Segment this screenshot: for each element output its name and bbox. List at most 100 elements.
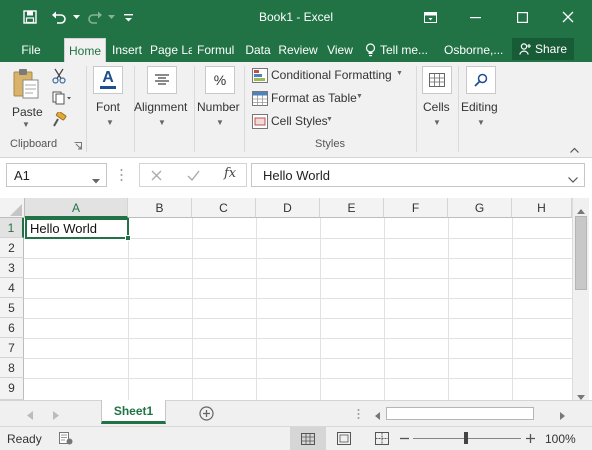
tab-formulas[interactable]: Formul bbox=[197, 38, 237, 62]
row-header-5[interactable]: 5 bbox=[0, 298, 24, 318]
tab-page-layout[interactable]: Page La bbox=[150, 38, 192, 62]
collapse-ribbon-icon[interactable] bbox=[570, 142, 582, 153]
sheet-tab-sheet1[interactable]: Sheet1 bbox=[101, 400, 166, 424]
cells-label: Cells bbox=[423, 100, 450, 114]
zoom-slider[interactable] bbox=[413, 432, 521, 444]
row-header-2[interactable]: 2 bbox=[0, 238, 24, 258]
zoom-slider-thumb[interactable] bbox=[464, 432, 468, 444]
number-button[interactable]: % Number ▼ bbox=[196, 64, 242, 130]
row-header-8[interactable]: 8 bbox=[0, 358, 24, 378]
row-header-7[interactable]: 7 bbox=[0, 338, 24, 358]
cell-styles-dropdown-icon: ▼ bbox=[326, 116, 333, 123]
font-button[interactable]: A Font ▼ bbox=[92, 64, 128, 130]
column-header-c[interactable]: C bbox=[192, 198, 256, 218]
tab-view[interactable]: View bbox=[324, 38, 356, 62]
cells-button[interactable]: Cells ▼ bbox=[418, 64, 456, 130]
column-header-d[interactable]: D bbox=[256, 198, 320, 218]
ribbon-tabs: File Home Insert Page La Formul Data Rev… bbox=[0, 34, 592, 62]
page-layout-view-icon[interactable] bbox=[337, 432, 351, 448]
column-header-a[interactable]: A bbox=[25, 198, 128, 218]
share-button[interactable]: Share bbox=[512, 38, 574, 60]
vertical-scrollbar[interactable] bbox=[572, 198, 589, 400]
column-header-g[interactable]: G bbox=[448, 198, 512, 218]
scroll-up-icon[interactable] bbox=[577, 203, 585, 217]
minimize-icon[interactable] bbox=[453, 0, 497, 34]
paste-label: Paste bbox=[12, 105, 43, 119]
confirm-entry-icon[interactable] bbox=[187, 170, 200, 184]
next-sheet-icon[interactable] bbox=[53, 409, 59, 423]
close-icon[interactable] bbox=[546, 0, 590, 34]
customize-qat-icon[interactable] bbox=[120, 0, 136, 34]
tell-me-search[interactable]: Tell me... bbox=[365, 38, 437, 62]
column-header-h[interactable]: H bbox=[512, 198, 572, 218]
gridline bbox=[448, 218, 449, 400]
maximize-icon[interactable] bbox=[500, 0, 544, 34]
scroll-right-icon[interactable] bbox=[560, 409, 565, 423]
tab-home[interactable]: Home bbox=[64, 38, 106, 62]
gridline bbox=[24, 338, 572, 339]
horizontal-scroll-thumb[interactable] bbox=[386, 407, 534, 420]
format-as-table-button[interactable]: Format as Table ▼ bbox=[250, 89, 370, 109]
cell-a1[interactable]: Hello World bbox=[25, 218, 131, 241]
horizontal-scrollbar[interactable] bbox=[371, 405, 571, 422]
fill-handle[interactable] bbox=[125, 235, 131, 241]
format-painter-icon[interactable] bbox=[48, 110, 70, 130]
cell-styles-button[interactable]: Cell Styles ▼ bbox=[250, 112, 340, 132]
alignment-button[interactable]: Alignment ▼ bbox=[134, 64, 192, 130]
undo-icon[interactable] bbox=[48, 0, 70, 34]
undo-dropdown-icon[interactable] bbox=[70, 0, 82, 34]
page-break-view-icon[interactable] bbox=[375, 432, 389, 448]
row-header-1[interactable]: 1 bbox=[0, 218, 24, 238]
row-header-4[interactable]: 4 bbox=[0, 278, 24, 298]
copy-icon[interactable] bbox=[48, 88, 76, 108]
macro-recording-icon[interactable] bbox=[59, 432, 73, 448]
ribbon-display-icon[interactable] bbox=[408, 0, 452, 34]
scroll-left-icon[interactable] bbox=[375, 409, 380, 423]
new-sheet-icon[interactable] bbox=[199, 406, 214, 424]
cut-icon[interactable] bbox=[48, 66, 70, 86]
column-header-b[interactable]: B bbox=[128, 198, 192, 218]
zoom-out-icon[interactable] bbox=[400, 433, 409, 447]
column-header-f[interactable]: F bbox=[384, 198, 448, 218]
ribbon-separator bbox=[244, 66, 245, 152]
formula-input[interactable]: Hello World bbox=[251, 163, 585, 187]
ribbon-separator bbox=[458, 66, 459, 152]
column-header-e[interactable]: E bbox=[320, 198, 384, 218]
ribbon: Paste ▼ Clipboard A Font ▼ Alignment ▼ % bbox=[0, 62, 592, 158]
redo-dropdown-icon[interactable] bbox=[106, 0, 116, 34]
row-header-6[interactable]: 6 bbox=[0, 318, 24, 338]
tab-split-icon[interactable] bbox=[357, 408, 360, 423]
tab-review[interactable]: Review bbox=[277, 38, 319, 62]
paste-button[interactable]: Paste ▼ bbox=[8, 66, 44, 129]
save-icon[interactable] bbox=[16, 0, 44, 34]
conditional-formatting-button[interactable]: Conditional Formatting ▼ bbox=[250, 66, 410, 86]
row-header-3[interactable]: 3 bbox=[0, 258, 24, 278]
gridline bbox=[24, 278, 572, 279]
formula-bar-grip-icon[interactable] bbox=[120, 168, 124, 184]
zoom-level[interactable]: 100% bbox=[545, 432, 576, 446]
zoom-in-icon[interactable] bbox=[526, 433, 535, 447]
gridline bbox=[384, 218, 385, 400]
name-box[interactable]: A1 bbox=[6, 163, 107, 187]
normal-view-button[interactable] bbox=[290, 427, 326, 450]
name-box-dropdown-icon[interactable] bbox=[92, 173, 100, 187]
row-header-9[interactable]: 9 bbox=[0, 378, 24, 400]
tab-data[interactable]: Data bbox=[243, 38, 273, 62]
cancel-entry-icon[interactable] bbox=[151, 170, 162, 184]
redo-icon[interactable] bbox=[84, 0, 106, 34]
user-account[interactable]: Osborne,... bbox=[444, 38, 506, 62]
editing-button[interactable]: Editing ▼ bbox=[460, 64, 504, 130]
conditional-formatting-dropdown-icon: ▼ bbox=[396, 70, 403, 77]
tab-file[interactable]: File bbox=[16, 38, 46, 62]
vertical-scroll-thumb[interactable] bbox=[575, 216, 587, 290]
alignment-label: Alignment bbox=[134, 100, 188, 114]
clipboard-launcher-icon[interactable] bbox=[74, 139, 84, 150]
expand-formula-bar-icon[interactable] bbox=[568, 172, 578, 186]
insert-function-icon[interactable]: fx bbox=[224, 166, 236, 181]
tab-insert[interactable]: Insert bbox=[109, 38, 145, 62]
worksheet-grid[interactable]: A B C D E F G H 1 2 3 4 5 6 7 8 9 Hello … bbox=[0, 198, 592, 400]
select-all-button[interactable] bbox=[0, 198, 25, 218]
styles-group-label: Styles bbox=[315, 138, 345, 150]
editing-label: Editing bbox=[461, 100, 498, 114]
previous-sheet-icon[interactable] bbox=[27, 409, 33, 423]
